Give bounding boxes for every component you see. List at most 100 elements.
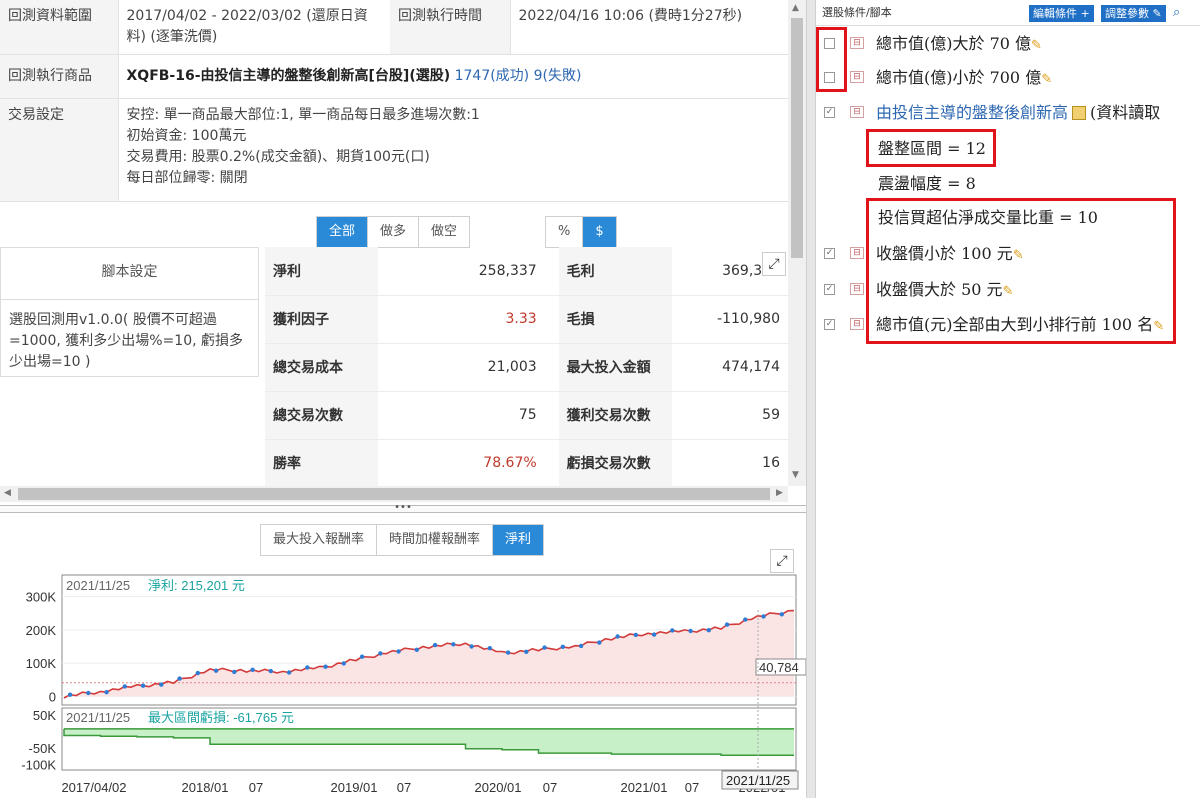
profit-trade-dot bbox=[286, 670, 292, 675]
condition-checkbox-checked[interactable]: ✓ bbox=[824, 248, 835, 259]
drawdown-y-tick: -50K bbox=[29, 741, 57, 756]
x-axis-label: 07 bbox=[685, 780, 699, 795]
script-settings-body: 選股回測用v1.0.0( 股價不可超過=1000, 獲利多少出場%=10, 虧損… bbox=[9, 312, 244, 370]
stat-key: 毛損 bbox=[558, 295, 672, 344]
scroll-left-icon[interactable]: ◀ bbox=[4, 488, 11, 498]
profit-trade-dot bbox=[195, 670, 200, 676]
condition-checkbox-checked[interactable]: ✓ bbox=[824, 319, 835, 330]
stat-key: 虧損交易次數 bbox=[558, 439, 672, 488]
param-row[interactable]: 震盪幅度 = 8 bbox=[878, 167, 976, 201]
condition-checkbox-checked[interactable]: ✓ bbox=[824, 107, 835, 118]
net-profit-chart: 300K 200K 100K 0 2021/11/25 淨利: 215,201 元 4… bbox=[26, 574, 806, 706]
profit-trade-dot bbox=[432, 642, 438, 648]
stat-value: 21,003 bbox=[377, 343, 559, 392]
tree-toggle-icon[interactable]: ⊟ bbox=[850, 283, 864, 295]
horizontal-scrollbar[interactable]: ◀ ▶ bbox=[0, 486, 788, 502]
tab-net-profit[interactable]: 淨利 bbox=[493, 525, 544, 555]
profit-y-tick: 200K bbox=[26, 623, 57, 638]
profit-y-tick: 300K bbox=[26, 590, 57, 605]
profit-trade-dot bbox=[268, 668, 273, 674]
horizontal-scroll-thumb[interactable] bbox=[18, 488, 770, 500]
pane-splitter[interactable]: ••• bbox=[0, 503, 806, 513]
condition-text: 總市值(億)大於 70 億 bbox=[876, 34, 1032, 53]
script-settings-box: 腳本設定 選股回測用v1.0.0( 股價不可超過=1000, 獲利多少出場%=1… bbox=[0, 247, 259, 377]
profit-trade-dot bbox=[597, 640, 602, 645]
profit-drawdown-chart: 300K 200K 100K 0 2021/11/25 淨利: 215,201 元 4… bbox=[21, 574, 806, 795]
unit-dollar-button[interactable]: $ bbox=[583, 217, 616, 247]
report-top-pane: 回測資料範圍 2017/04/02 - 2022/03/02 (還原日資料) (… bbox=[0, 0, 806, 505]
stat-value: 75 bbox=[377, 391, 559, 440]
profit-trade-dot bbox=[560, 644, 565, 649]
tree-toggle-icon[interactable]: ⊟ bbox=[850, 106, 864, 118]
tree-toggle-icon[interactable]: ⊟ bbox=[850, 71, 864, 83]
tab-time-weighted-return[interactable]: 時間加權報酬率 bbox=[377, 525, 494, 555]
edit-pencil-icon[interactable]: ✎ bbox=[1031, 38, 1042, 53]
profit-trade-dot bbox=[651, 632, 657, 637]
stats-row: 淨利 258,337 毛利 369,317 bbox=[265, 247, 788, 296]
scroll-up-icon[interactable]: ▲ bbox=[792, 3, 799, 13]
unit-percent-button[interactable]: % bbox=[546, 217, 584, 247]
adjust-params-button[interactable]: 調整參數 ✎ bbox=[1101, 5, 1166, 22]
vertical-scroll-thumb[interactable] bbox=[791, 18, 803, 258]
stat-key: 最大投入金額 bbox=[558, 343, 672, 392]
profit-trade-dot bbox=[359, 654, 365, 659]
profit-trade-dot bbox=[86, 690, 91, 696]
profit-trade-dot bbox=[159, 682, 164, 687]
x-axis-label: 2021/01 bbox=[621, 780, 668, 795]
adjust-params-label: 調整參數 bbox=[1105, 7, 1149, 20]
panel-divider[interactable] bbox=[806, 0, 816, 798]
x-axis-label: 07 bbox=[397, 780, 411, 795]
scroll-down-icon[interactable]: ▼ bbox=[792, 470, 799, 480]
pencil-icon: ✎ bbox=[1149, 7, 1162, 20]
stats-row: 勝率 78.67% 虧損交易次數 16 bbox=[265, 439, 788, 488]
tab-max-invest-return[interactable]: 最大投入報酬率 bbox=[261, 525, 378, 555]
highlight-box-params bbox=[866, 198, 1176, 344]
script-icon[interactable] bbox=[1072, 106, 1087, 120]
condition-text: 總市值(億)小於 700 億 bbox=[876, 68, 1042, 87]
profit-trade-dot bbox=[670, 628, 675, 633]
profit-trade-dot bbox=[378, 651, 383, 656]
stat-key: 獲利因子 bbox=[265, 295, 378, 344]
condition-suffix: (資料讀取 bbox=[1090, 103, 1161, 122]
script-condition-text[interactable]: 由投信主導的盤整後創新高 bbox=[876, 103, 1068, 122]
highlight-box-checkboxes bbox=[816, 27, 847, 92]
profit-trade-dot bbox=[396, 649, 401, 654]
profit-trade-dot bbox=[578, 643, 584, 649]
filter-short-button[interactable]: 做空 bbox=[419, 217, 470, 247]
trade-line: 每日部位歸零: 關閉 bbox=[126, 170, 248, 186]
stat-value: 474,174 bbox=[671, 343, 788, 392]
drawdown-chart: 50K -50K -100K 2021/11/25 最大區間虧損: -61,765 … bbox=[21, 707, 797, 773]
profit-trade-dot bbox=[414, 647, 419, 652]
trade-line: 安控: 單一商品最大部位:1, 單一商品每日最多進場次數:1 bbox=[126, 107, 480, 123]
product-name: XQFB-16-由投信主導的盤整後創新高[台股](選股) bbox=[126, 68, 451, 84]
product-fail-link[interactable]: 9(失敗) bbox=[534, 68, 582, 84]
product-success-link[interactable]: 1747(成功) bbox=[455, 68, 530, 84]
tree-toggle-icon[interactable]: ⊟ bbox=[850, 247, 864, 259]
info-row-product: 回測執行商品 XQFB-16-由投信主導的盤整後創新高[台股](選股) 1747… bbox=[0, 54, 788, 99]
trade-line: 交易費用: 股票0.2%(成交金額)、期貨100元(口) bbox=[126, 149, 430, 165]
chart-tabs: 最大投入報酬率 時間加權報酬率 淨利 bbox=[260, 524, 545, 556]
edit-pencil-icon[interactable]: ✎ bbox=[1041, 72, 1052, 87]
edit-conditions-button[interactable]: 編輯條件 + bbox=[1029, 5, 1094, 22]
profit-trade-dot bbox=[724, 622, 730, 627]
scroll-right-icon[interactable]: ▶ bbox=[776, 488, 783, 498]
profit-trade-dot bbox=[104, 690, 109, 695]
profit-trade-dot bbox=[323, 664, 328, 669]
filter-long-button[interactable]: 做多 bbox=[368, 217, 420, 247]
tree-toggle-icon[interactable]: ⊟ bbox=[850, 318, 864, 330]
x-axis-label: 2020/01 bbox=[475, 780, 522, 795]
profit-trade-dot bbox=[779, 612, 784, 617]
vertical-scrollbar[interactable]: ▲ ▼ bbox=[788, 0, 806, 486]
exec-time-label: 回測執行時間 bbox=[390, 0, 511, 55]
profit-trade-dot bbox=[469, 644, 474, 649]
zoom-icon[interactable]: ⌕ bbox=[1173, 0, 1180, 26]
condition-checkbox-checked[interactable]: ✓ bbox=[824, 284, 835, 295]
chart-area: 300K 200K 100K 0 2021/11/25 淨利: 215,201 元 4… bbox=[0, 570, 806, 798]
profit-trade-dot bbox=[122, 684, 128, 689]
tree-toggle-icon[interactable]: ⊟ bbox=[850, 37, 864, 49]
condition-label: 總市值(億)小於 700 億✎ bbox=[876, 61, 1052, 97]
expand-stats-icon[interactable]: ⤢ bbox=[762, 252, 786, 276]
stat-value: 3.33 bbox=[377, 295, 559, 344]
direction-filter: 全部 做多 做空 bbox=[316, 216, 471, 248]
filter-all-button[interactable]: 全部 bbox=[317, 217, 369, 247]
